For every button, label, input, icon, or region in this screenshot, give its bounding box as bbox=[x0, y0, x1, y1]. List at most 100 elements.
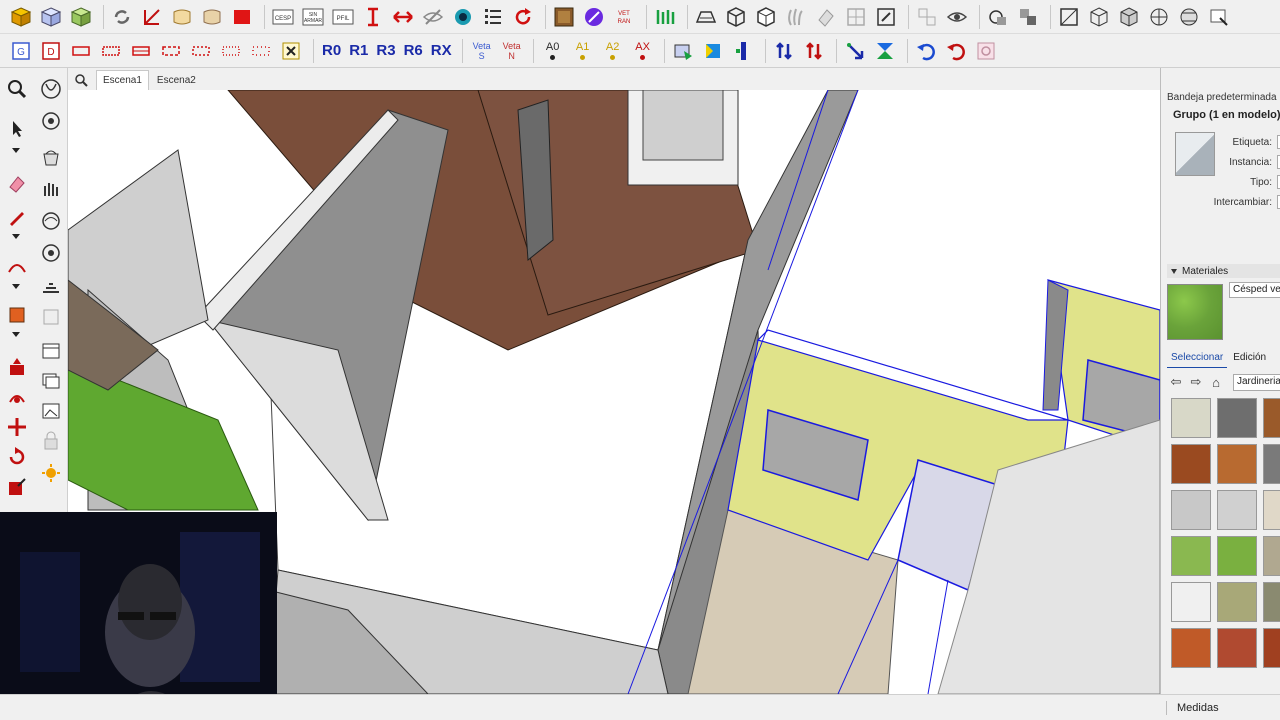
material-name-field[interactable]: Césped ver bbox=[1229, 282, 1280, 298]
diagonal-arrow-icon[interactable] bbox=[842, 38, 868, 64]
rect-red-icon[interactable] bbox=[68, 38, 94, 64]
rotation-r6-button[interactable]: R6 bbox=[401, 38, 426, 64]
hide-icon[interactable] bbox=[420, 4, 446, 30]
redo-icon[interactable] bbox=[510, 4, 536, 30]
material-swatch[interactable] bbox=[1217, 582, 1257, 622]
angle-a0-button[interactable]: A0 bbox=[539, 38, 567, 64]
angle-a2-button[interactable]: A2 bbox=[599, 38, 627, 64]
material-swatch[interactable] bbox=[1263, 444, 1280, 484]
dropdown-arrow[interactable] bbox=[12, 148, 20, 153]
dimension-icon[interactable] bbox=[139, 4, 165, 30]
horizontal-dimension-icon[interactable] bbox=[390, 4, 416, 30]
orbit-icon[interactable] bbox=[38, 108, 64, 134]
search-icon[interactable] bbox=[68, 70, 94, 90]
sandbox-icon[interactable] bbox=[38, 76, 64, 102]
rotation-r1-button[interactable]: R1 bbox=[346, 38, 371, 64]
layers-icon[interactable] bbox=[38, 368, 64, 394]
settings-pink-icon[interactable] bbox=[973, 38, 999, 64]
rect-red-dash-icon[interactable] bbox=[158, 38, 184, 64]
home-icon[interactable]: ⌂ bbox=[1207, 373, 1225, 391]
dropdown-arrow[interactable] bbox=[12, 284, 20, 289]
move-icon[interactable] bbox=[4, 354, 30, 380]
vertical-dimension-icon[interactable] bbox=[360, 4, 386, 30]
material-swatch[interactable] bbox=[1171, 444, 1211, 484]
scale-icon[interactable] bbox=[4, 474, 30, 500]
box-icon[interactable] bbox=[1056, 4, 1082, 30]
sphere-icon[interactable] bbox=[1146, 4, 1172, 30]
eraser-icon[interactable] bbox=[4, 170, 30, 196]
rotate-icon[interactable] bbox=[4, 444, 30, 470]
material-swatch[interactable] bbox=[1217, 628, 1257, 668]
scene-tab-2[interactable]: Escena2 bbox=[151, 70, 202, 90]
material-swatch[interactable] bbox=[1217, 444, 1257, 484]
lock-icon[interactable] bbox=[38, 428, 64, 454]
sin-armar-icon[interactable]: SIN ARMAR bbox=[300, 4, 326, 30]
material-swatch[interactable] bbox=[1171, 582, 1211, 622]
rect-red-dash-b-icon[interactable] bbox=[188, 38, 214, 64]
cube-blue-yellow-icon[interactable] bbox=[700, 38, 726, 64]
push-pull-icon[interactable] bbox=[4, 302, 30, 328]
rect-red-dash-c-icon[interactable] bbox=[218, 38, 244, 64]
tab-edit[interactable]: Edición bbox=[1229, 352, 1270, 368]
bucket-icon[interactable] bbox=[38, 144, 64, 170]
veta-icon[interactable]: VET RAN bbox=[611, 4, 637, 30]
material-swatch[interactable] bbox=[1171, 398, 1211, 438]
refresh-icon[interactable] bbox=[109, 4, 135, 30]
sphere-alt-icon[interactable] bbox=[1176, 4, 1202, 30]
group-icon[interactable] bbox=[985, 4, 1011, 30]
material-swatch[interactable] bbox=[1263, 628, 1280, 668]
material-swatch[interactable] bbox=[1217, 490, 1257, 530]
list-icon[interactable] bbox=[480, 4, 506, 30]
material-swatch[interactable] bbox=[1171, 490, 1211, 530]
cube-yellow-icon[interactable] bbox=[8, 4, 34, 30]
g-box-icon[interactable]: G bbox=[8, 38, 34, 64]
material-swatch[interactable] bbox=[1217, 398, 1257, 438]
components-icon[interactable] bbox=[1015, 4, 1041, 30]
rect-red-mid-icon[interactable] bbox=[128, 38, 154, 64]
cube-open-icon[interactable] bbox=[753, 4, 779, 30]
hand-icon[interactable] bbox=[783, 4, 809, 30]
pencil-icon[interactable] bbox=[4, 204, 30, 230]
perfil-icon[interactable]: PFIL bbox=[330, 4, 356, 30]
move-cross-icon[interactable] bbox=[4, 414, 30, 440]
zoom-icon[interactable] bbox=[4, 76, 30, 102]
rotation-r3-button[interactable]: R3 bbox=[373, 38, 398, 64]
red-square-icon[interactable] bbox=[229, 4, 255, 30]
material-swatch[interactable] bbox=[1217, 536, 1257, 576]
material-swatch[interactable] bbox=[1171, 536, 1211, 576]
select-arrow-icon[interactable] bbox=[4, 116, 30, 142]
window-icon[interactable] bbox=[38, 338, 64, 364]
veta-s-button[interactable]: Veta S bbox=[468, 38, 496, 64]
image-icon[interactable] bbox=[38, 398, 64, 424]
follow-me-icon[interactable] bbox=[4, 384, 30, 410]
paper-icon[interactable] bbox=[169, 4, 195, 30]
edit-icon[interactable] bbox=[873, 4, 899, 30]
tab-select[interactable]: Seleccionar bbox=[1167, 352, 1228, 368]
solar-icon[interactable] bbox=[38, 460, 64, 486]
move-hand-icon[interactable] bbox=[38, 176, 64, 202]
section-icon[interactable] bbox=[843, 4, 869, 30]
rect-red-top-icon[interactable] bbox=[98, 38, 124, 64]
materials-section-header[interactable]: Materiales bbox=[1167, 264, 1280, 278]
hourglass-icon[interactable] bbox=[872, 38, 898, 64]
veta-n-button[interactable]: Veta N bbox=[498, 38, 526, 64]
eraser-gray-icon[interactable] bbox=[813, 4, 839, 30]
forward-arrow-icon[interactable]: ⇨ bbox=[1187, 373, 1205, 391]
purple-circle-icon[interactable] bbox=[581, 4, 607, 30]
cesp-icon[interactable]: CESP bbox=[270, 4, 296, 30]
box-corner-icon[interactable] bbox=[1086, 4, 1112, 30]
undo-blue-icon[interactable] bbox=[913, 38, 939, 64]
rotation-rx-button[interactable]: RX bbox=[428, 38, 455, 64]
walk-icon[interactable] bbox=[38, 240, 64, 266]
d-box-icon[interactable]: D bbox=[38, 38, 64, 64]
tray-settings-icon[interactable] bbox=[1206, 4, 1232, 30]
rect-red-dot-icon[interactable] bbox=[248, 38, 274, 64]
rotation-r0-button[interactable]: R0 bbox=[319, 38, 344, 64]
eye-icon[interactable] bbox=[944, 4, 970, 30]
back-arrow-icon[interactable]: ⇦ bbox=[1167, 373, 1185, 391]
cube-blue-icon[interactable] bbox=[38, 4, 64, 30]
arc-icon[interactable] bbox=[4, 254, 30, 280]
material-swatch[interactable] bbox=[1263, 536, 1280, 576]
cube-outline-icon[interactable] bbox=[723, 4, 749, 30]
scene-tab-1[interactable]: Escena1 bbox=[96, 70, 149, 90]
